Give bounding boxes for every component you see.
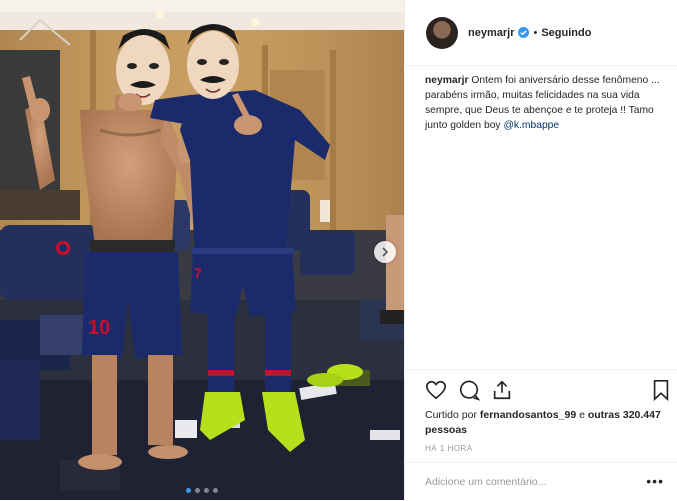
carousel-indicator bbox=[186, 488, 218, 493]
share-icon[interactable] bbox=[491, 379, 513, 401]
more-options-button[interactable]: ••• bbox=[646, 473, 664, 489]
comment-icon[interactable] bbox=[458, 379, 480, 401]
likes-summary: Curtido por fernandosantos_99 e outras 3… bbox=[425, 408, 665, 438]
next-photo-button[interactable] bbox=[374, 241, 396, 263]
avatar[interactable] bbox=[426, 16, 458, 49]
post-timestamp[interactable]: HÁ 1 HORA bbox=[425, 444, 473, 453]
header-separator: • bbox=[533, 26, 538, 39]
header-username[interactable]: neymarjr bbox=[468, 27, 514, 39]
bookmark-icon[interactable] bbox=[650, 379, 672, 401]
follow-status-button[interactable]: Seguindo bbox=[541, 27, 591, 39]
carousel-dot bbox=[213, 488, 218, 493]
likes-connector: e bbox=[579, 409, 585, 421]
comment-box: Adicione um comentário... ••• bbox=[405, 462, 677, 501]
heart-icon[interactable] bbox=[425, 379, 447, 401]
caption-mention-link[interactable]: @k.mbappe bbox=[503, 120, 559, 131]
post-header: neymarjr • Seguindo bbox=[405, 0, 677, 66]
chevron-right-icon bbox=[382, 247, 389, 257]
post-caption: neymarjr Ontem foi aniversário desse fen… bbox=[425, 73, 663, 133]
jersey-number-left: 10 bbox=[88, 317, 110, 339]
carousel-dot bbox=[186, 488, 191, 493]
likes-prefix: Curtido por bbox=[425, 409, 477, 421]
likes-first-user[interactable]: fernandosantos_99 bbox=[480, 409, 576, 421]
caption-username[interactable]: neymarjr bbox=[425, 75, 469, 86]
post-side-panel: neymarjr • Seguindo neymarjr Ontem foi a… bbox=[404, 0, 677, 500]
carousel-dot bbox=[204, 488, 209, 493]
locker-room-photo: 10 7 bbox=[0, 0, 404, 500]
comment-input[interactable]: Adicione um comentário... bbox=[425, 476, 546, 488]
carousel-dot bbox=[195, 488, 200, 493]
post-photo[interactable]: 10 7 bbox=[0, 0, 404, 500]
jersey-number-right: 7 bbox=[194, 265, 202, 281]
instagram-post: 10 7 neymarjr • Seguindo neymarjr Ontem … bbox=[0, 0, 677, 500]
verified-badge-icon bbox=[518, 27, 530, 38]
post-actions bbox=[405, 369, 677, 410]
